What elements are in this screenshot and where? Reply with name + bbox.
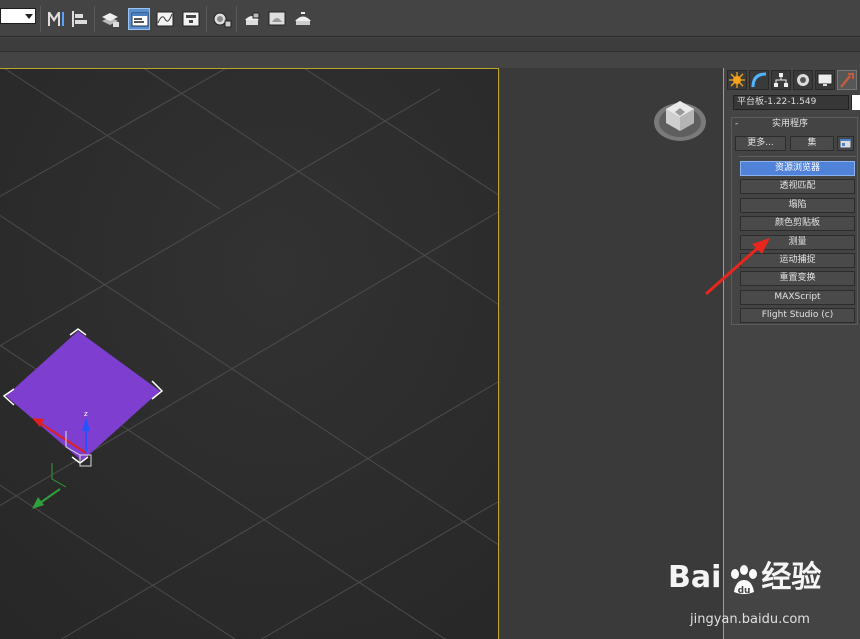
watermark-logo-right: 经验 xyxy=(761,560,822,595)
sets-button[interactable]: 集 xyxy=(790,136,834,151)
modify-tab[interactable] xyxy=(749,70,769,90)
baidu-watermark: Bai 经验 du jingyan.baidu.com xyxy=(668,558,858,638)
rollout-title[interactable]: 实用程序 xyxy=(728,118,852,130)
paw-icon: du xyxy=(731,565,757,596)
toolbar-separator xyxy=(94,6,95,32)
more-button[interactable]: 更多... xyxy=(735,136,786,151)
create-tab[interactable] xyxy=(727,70,747,90)
utilities-tab[interactable] xyxy=(837,70,857,90)
watermark-url: jingyan.baidu.com xyxy=(690,612,810,627)
rendered-frame-icon[interactable] xyxy=(266,8,288,30)
hierarchy-tab[interactable] xyxy=(771,70,791,90)
utility-button[interactable]: Flight Studio (c) xyxy=(740,308,855,324)
mirror-icon[interactable] xyxy=(44,8,66,30)
schematic-view-icon[interactable] xyxy=(180,8,202,30)
scene-explorer-icon[interactable] xyxy=(128,8,150,30)
layer-manager-icon[interactable] xyxy=(99,8,121,30)
toolbar-separator xyxy=(40,6,41,32)
utility-button[interactable]: 资源浏览器 xyxy=(740,161,855,176)
curve-editor-icon[interactable] xyxy=(154,8,176,30)
svg-text:du: du xyxy=(738,586,751,596)
app-window: z 平台板-1.22-1.549 - 实用程序 更多... 集 资源浏览器 透视… xyxy=(0,0,860,639)
object-name-field[interactable]: 平台板-1.22-1.549 xyxy=(733,95,849,110)
perspective-viewport[interactable]: z xyxy=(0,68,499,639)
watermark-logo-left: Bai xyxy=(668,560,722,595)
utility-button[interactable]: 颜色剪贴板 xyxy=(740,216,855,232)
render-setup-icon[interactable] xyxy=(241,8,263,30)
viewcube-icon[interactable] xyxy=(652,95,708,143)
viewport-header-gap xyxy=(0,53,860,68)
configure-sets-button[interactable] xyxy=(837,136,854,151)
viewport-canvas: z xyxy=(0,69,498,639)
display-tab[interactable] xyxy=(815,70,835,90)
utility-button[interactable]: 塌陷 xyxy=(740,197,855,213)
command-panel-tabs xyxy=(727,70,860,90)
rollout-divider xyxy=(739,156,856,157)
main-toolbar xyxy=(0,0,860,37)
chevron-down-icon xyxy=(25,14,33,19)
toolbar-separator xyxy=(236,6,237,32)
material-editor-icon[interactable] xyxy=(211,8,233,30)
toolbar-separator xyxy=(206,6,207,32)
gizmo-axis-label: z xyxy=(84,410,88,418)
selection-filter-dropdown[interactable] xyxy=(0,8,36,24)
command-panel: 平台板-1.22-1.549 - 实用程序 更多... 集 资源浏览器 透视匹配塌… xyxy=(725,68,860,639)
utility-button[interactable]: 透视匹配 xyxy=(740,179,855,195)
annotation-arrow-icon xyxy=(705,238,770,296)
object-color-swatch[interactable] xyxy=(851,95,860,110)
secondary-viewport[interactable] xyxy=(500,68,724,639)
ribbon-strip xyxy=(0,38,860,52)
align-icon[interactable] xyxy=(68,8,90,30)
motion-tab[interactable] xyxy=(793,70,813,90)
configure-icon xyxy=(839,138,852,149)
render-production-icon[interactable] xyxy=(292,8,314,30)
